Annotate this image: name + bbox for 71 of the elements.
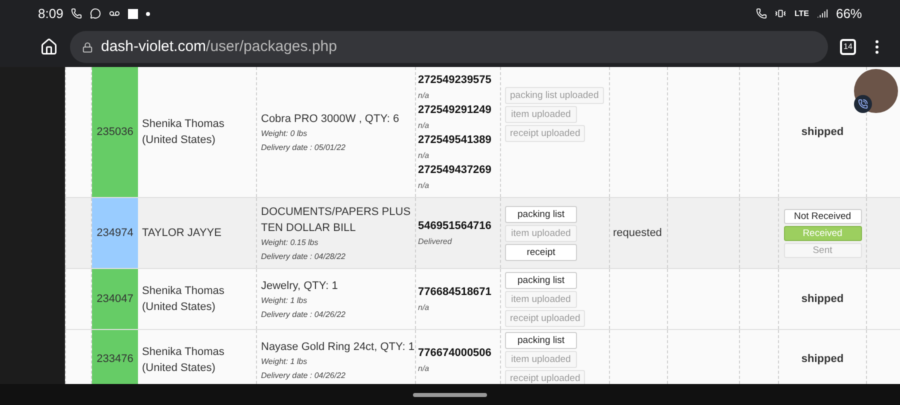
url-text: dash-violet.com/user/packages.php <box>101 36 337 57</box>
tracking-status: n/a <box>418 302 430 314</box>
address-bar[interactable]: dash-violet.com/user/packages.php <box>70 31 828 63</box>
call-icon <box>756 8 768 19</box>
shipment-status: shipped <box>801 352 844 368</box>
shipment-status: shipped <box>801 292 844 307</box>
vibrate-icon <box>775 8 786 19</box>
document-button[interactable]: packing list <box>505 206 577 222</box>
voicemail-icon <box>109 8 120 19</box>
item-weight: Weight: 0 lbs <box>261 128 308 140</box>
document-button[interactable]: item uploaded <box>505 351 577 368</box>
item-description: Jewelry, QTY: 1 <box>261 279 339 294</box>
request-status: requested <box>613 226 662 241</box>
lock-icon <box>82 42 93 52</box>
document-button[interactable]: packing list uploaded <box>505 87 604 104</box>
item-weight: Weight: 0.15 lbs <box>261 237 320 249</box>
square-icon <box>128 8 138 18</box>
item-description: DOCUMENTS/PAPERS PLUS TEN DOLLAR BILL <box>261 205 412 236</box>
customer-name: Shenika Thomas <box>142 344 226 360</box>
shipment-status: shipped <box>801 124 844 140</box>
customer-name: Shenika Thomas <box>142 117 226 132</box>
tracking-status: n/a <box>418 180 430 192</box>
delivery-date: Delivery date : 05/01/22 <box>261 142 346 154</box>
chat-icon <box>90 8 102 19</box>
tracking-status: n/a <box>418 90 430 102</box>
home-icon[interactable] <box>40 38 58 56</box>
customer-name: (United States) <box>142 133 216 148</box>
tracking-number: 776674000506 <box>418 346 492 360</box>
tracking-number: 272549291249 <box>418 103 492 118</box>
tracking-number: 776684518671 <box>418 285 492 300</box>
delivery-date: Delivery date : 04/28/22 <box>261 251 346 263</box>
tracking-number: 272549437269 <box>418 163 492 178</box>
tracking-number: 546951564716 <box>418 219 492 234</box>
package-id: 233476 <box>92 330 138 384</box>
customer-name: TAYLOR JAYYE <box>142 226 222 241</box>
customer-name: Shenika Thomas <box>142 284 226 299</box>
clock-time: 8:09 <box>38 4 64 23</box>
network-type: LTE <box>794 8 809 20</box>
document-button[interactable]: item uploaded <box>505 224 577 242</box>
tracking-status: n/a <box>418 362 430 374</box>
tracking-number: 272549239575 <box>418 73 492 88</box>
call-icon <box>71 8 82 19</box>
document-button[interactable]: receipt <box>505 244 577 260</box>
package-id: 234047 <box>92 269 138 329</box>
phone-icon <box>858 99 868 109</box>
tab-count[interactable]: 14 <box>840 39 856 55</box>
tracking-number: 272549541389 <box>418 133 492 148</box>
tracking-status: Delivered <box>418 236 453 248</box>
status-option[interactable]: Not Received <box>784 208 862 224</box>
document-button[interactable]: item uploaded <box>505 106 577 123</box>
status-option[interactable]: Received <box>784 226 862 240</box>
document-button[interactable]: packing list <box>505 332 577 349</box>
tracking-status: n/a <box>418 150 430 162</box>
delivery-date: Delivery date : 04/26/22 <box>261 370 346 382</box>
item-description: Cobra PRO 3000W , QTY: 6 <box>261 112 400 127</box>
package-id: 235036 <box>92 67 138 197</box>
document-button[interactable]: packing list <box>505 272 577 288</box>
document-button[interactable]: item uploaded <box>505 290 577 308</box>
customer-name: (United States) <box>142 300 216 315</box>
document-button[interactable]: receipt uploaded <box>505 370 586 384</box>
delivery-date: Delivery date : 04/26/22 <box>261 309 346 321</box>
customer-name: (United States) <box>142 360 216 376</box>
item-weight: Weight: 1 lbs <box>261 295 308 307</box>
package-id: 234974 <box>92 198 138 268</box>
tracking-status: n/a <box>418 120 430 132</box>
item-weight: Weight: 1 lbs <box>261 356 308 368</box>
document-button[interactable]: receipt uploaded <box>505 310 586 326</box>
item-description: Nayase Gold Ring 24ct, QTY: 1 <box>261 340 415 354</box>
battery-level: 66% <box>836 4 862 23</box>
gesture-handle[interactable] <box>413 392 487 396</box>
document-button[interactable]: receipt uploaded <box>505 125 586 142</box>
